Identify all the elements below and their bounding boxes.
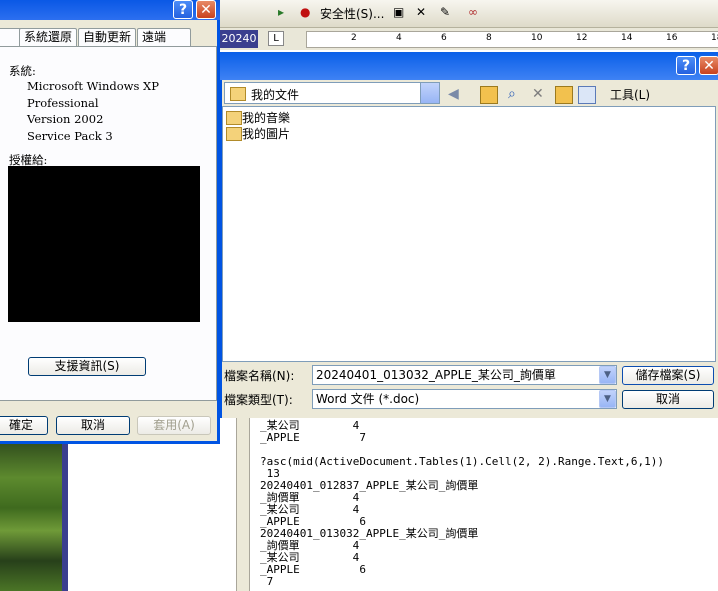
ruler-tick-label: 6 xyxy=(441,33,447,43)
ruler-tick-label: 10 xyxy=(531,33,543,43)
tab-system-restore[interactable]: 系統還原 xyxy=(19,28,78,47)
link-icon[interactable]: ∞ xyxy=(468,5,478,19)
tab-selector[interactable]: L xyxy=(268,31,284,46)
chevron-down-icon[interactable] xyxy=(420,83,439,103)
ruler-tick-label: 12 xyxy=(576,33,588,43)
system-dialog-titlebar: ? ✕ xyxy=(0,0,220,20)
licensed-to-redacted xyxy=(8,166,200,322)
ruler-scale: 2 4 6 8 10 12 14 16 18 xyxy=(306,31,718,48)
chevron-down-icon[interactable]: ▼ xyxy=(599,390,616,408)
folder-icon xyxy=(226,111,242,125)
os-service-pack: Service Pack 3 xyxy=(27,129,113,143)
control-toolbox-icon[interactable]: ▣ xyxy=(393,5,404,19)
save-dialog-titlebar: ? ✕ xyxy=(220,52,718,80)
ruler-tick-label: 18 xyxy=(711,33,718,43)
up-folder-icon[interactable] xyxy=(480,86,498,104)
tools-icon[interactable]: ✕ xyxy=(416,5,426,19)
look-in-value: 我的文件 xyxy=(251,88,300,102)
look-in-dropdown[interactable]: 我的文件 xyxy=(224,82,440,104)
style-box: 20240 xyxy=(220,30,258,48)
save-button[interactable]: 儲存檔案(S) xyxy=(622,366,714,385)
file-list[interactable]: 我的音樂 我的圖片 xyxy=(222,106,716,362)
support-info-button[interactable]: 支援資訊(S) xyxy=(28,357,146,376)
tab-remote[interactable]: 遠端 xyxy=(137,28,191,47)
delete-icon[interactable]: ✕ xyxy=(532,86,548,102)
folder-icon xyxy=(226,127,242,141)
vbe-separator xyxy=(236,418,250,591)
ruler-tick-label: 2 xyxy=(351,33,357,43)
apply-button: 套用(A) xyxy=(137,416,211,435)
filetype-select[interactable]: Word 文件 (*.doc) xyxy=(312,389,617,409)
play-icon[interactable]: ▸ xyxy=(278,5,284,19)
ruler-tick-label: 14 xyxy=(621,33,633,43)
search-web-icon[interactable]: ⌕ xyxy=(508,86,524,102)
os-version: Version 2002 xyxy=(27,112,104,126)
horizontal-ruler: 20240 L 2 4 6 8 10 12 14 16 18 xyxy=(218,28,718,50)
os-edition: Professional xyxy=(27,96,99,110)
immediate-line: _APPLE 7 xyxy=(260,431,366,444)
list-item[interactable]: 我的圖片 xyxy=(242,125,290,142)
immediate-line: _APPLE 6 xyxy=(260,563,366,576)
filetype-label: 檔案類型(T): xyxy=(224,393,293,407)
desktop-wallpaper xyxy=(0,440,62,591)
system-label: 系統: xyxy=(9,64,36,78)
help-icon[interactable]: ? xyxy=(676,56,696,75)
ruler-tick-label: 16 xyxy=(666,33,678,43)
new-folder-icon[interactable] xyxy=(555,86,573,104)
filename-label: 檔案名稱(N): xyxy=(224,369,295,383)
views-icon[interactable] xyxy=(578,86,596,104)
folder-icon xyxy=(230,87,246,101)
chevron-down-icon[interactable]: ▼ xyxy=(599,366,616,384)
filename-input[interactable]: 20240401_013032_APPLE_某公司_詢價單 xyxy=(312,365,617,385)
close-icon[interactable]: ✕ xyxy=(699,56,718,75)
immediate-line: 7 xyxy=(260,575,274,588)
design-mode-icon[interactable]: ✎ xyxy=(440,5,450,19)
help-icon[interactable]: ? xyxy=(173,0,193,19)
tab-automatic-updates[interactable]: 自動更新 xyxy=(78,28,137,47)
immediate-window[interactable]: _某公司 4 _APPLE 7 ?asc(mid(ActiveDocument.Ta… xyxy=(250,418,718,591)
back-icon[interactable]: ◀ xyxy=(448,86,464,102)
word-toolbar: ▸ ● 安全性(S)... ▣ ✕ ✎ ∞ xyxy=(218,0,718,28)
os-name: Microsoft Windows XP xyxy=(27,79,159,93)
ruler-tick-label: 4 xyxy=(396,33,402,43)
cancel-button[interactable]: 取消 xyxy=(622,390,714,409)
immediate-line: ?asc(mid(ActiveDocument.Tables(1).Cell(2… xyxy=(260,455,664,468)
security-button[interactable]: 安全性(S)... xyxy=(320,5,384,22)
ruler-tick-label: 8 xyxy=(486,33,492,43)
cancel-button[interactable]: 取消 xyxy=(56,416,130,435)
close-icon[interactable]: ✕ xyxy=(196,0,216,19)
tools-menu[interactable]: 工具(L) xyxy=(610,86,650,103)
ok-button[interactable]: 確定 xyxy=(0,416,48,435)
list-item[interactable]: 我的音樂 xyxy=(242,109,290,126)
record-icon[interactable]: ● xyxy=(300,5,310,19)
